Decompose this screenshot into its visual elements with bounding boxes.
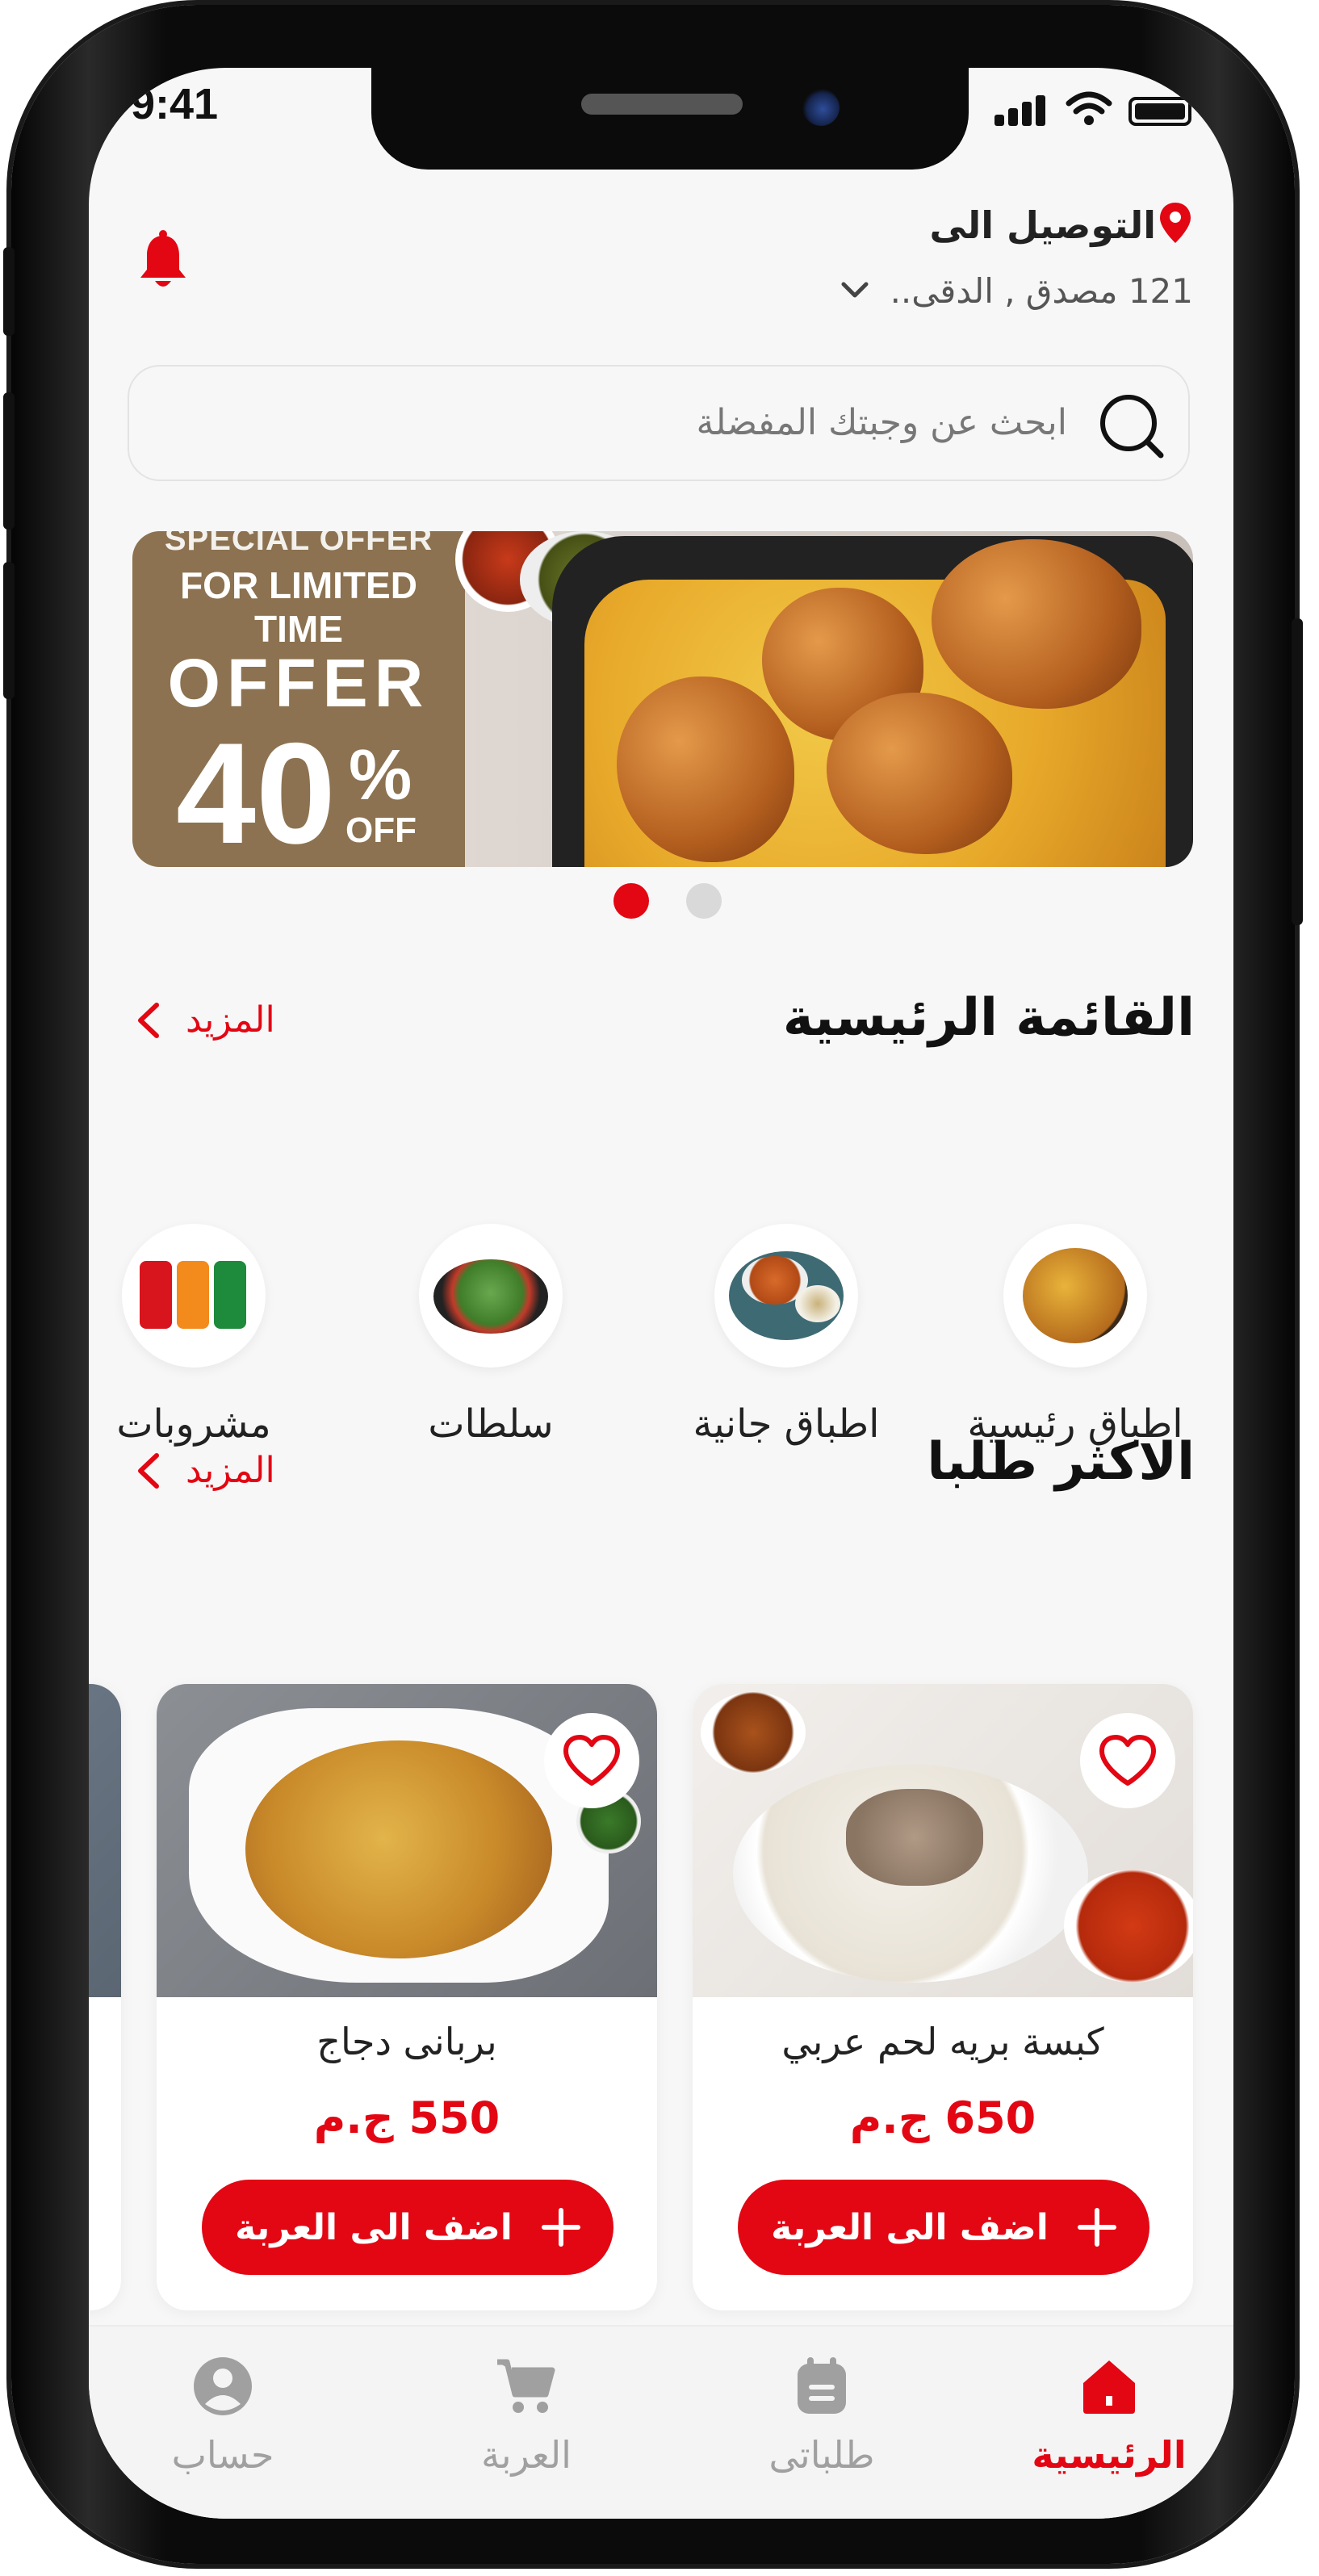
plus-icon [1077, 2208, 1116, 2247]
cart-icon [497, 2359, 555, 2413]
home-icon [1083, 2360, 1135, 2414]
heart-icon [1099, 1735, 1156, 1786]
nav-label: حساب [171, 2433, 274, 2477]
product-price: 550 ج.م [313, 2092, 500, 2143]
more-label: المزيد [186, 999, 275, 1041]
heart-icon [563, 1735, 620, 1786]
search-bar[interactable]: ابحث عن وجبتك المفضلة [128, 365, 1190, 481]
banner-dot[interactable] [686, 883, 722, 919]
chevron-left-icon [138, 1452, 159, 1489]
offer-percent: % [349, 735, 412, 815]
rice-plate-icon [1003, 1224, 1147, 1368]
offer-discount: 40 [176, 713, 336, 867]
front-camera [802, 89, 840, 126]
mute-switch [3, 247, 15, 336]
speaker [581, 94, 743, 115]
add-to-cart-label: اضف الى العربة [235, 2206, 513, 2248]
bell-icon[interactable] [137, 229, 189, 292]
location-pin-icon [1160, 203, 1191, 243]
phone-frame: 9:41 التوصيل الى 121 مصدق , الدقى.. ابحث… [3, 5, 1303, 2564]
promo-banner[interactable]: SPECIAL OFFER FOR LIMITED TIME OFFER 40 … [132, 531, 1193, 867]
add-to-cart-button[interactable]: اضف الى العربة [738, 2180, 1149, 2275]
volume-down-button [3, 562, 15, 699]
chevron-left-icon [138, 1002, 159, 1038]
nav-item-orders[interactable]: طلباتى [717, 2354, 927, 2477]
category-main-dishes[interactable]: اطباق رئيسية [946, 1224, 1204, 1447]
favorite-button[interactable] [544, 1713, 639, 1808]
nav-label: طلباتى [768, 2433, 875, 2477]
nav-label: الرئيسية [1032, 2433, 1187, 2477]
favorite-button[interactable] [1080, 1713, 1175, 1808]
nav-item-cart[interactable]: العربة [421, 2354, 631, 2477]
main-menu-title: القائمة الرئيسية [782, 988, 1195, 1048]
volume-up-button [3, 392, 15, 530]
app-screen: 9:41 التوصيل الى 121 مصدق , الدقى.. ابحث… [89, 68, 1233, 2519]
nav-label: العربة [481, 2433, 572, 2477]
product-price: 650 ج.م [849, 2092, 1036, 2143]
profile-icon [194, 2357, 252, 2415]
status-icons [994, 90, 1191, 126]
delivery-address[interactable]: 121 مصدق , الدقى.. [890, 271, 1193, 311]
category-side-dishes[interactable]: اطباق جانية [657, 1224, 915, 1447]
notch [371, 68, 969, 170]
salad-icon [419, 1224, 563, 1368]
product-name: كبسة بريه لحم عربي [781, 2020, 1104, 2063]
bottom-nav: الرئيسية طلباتى العربة حساب [89, 2325, 1233, 2519]
offer-panel: SPECIAL OFFER FOR LIMITED TIME OFFER 40 … [132, 531, 465, 867]
orders-icon [798, 2357, 846, 2414]
offer-word: OFFER [167, 645, 430, 721]
category-label: مشروبات [116, 1401, 271, 1447]
add-to-cart-label: اضف الى العربة [771, 2206, 1049, 2248]
offer-subheadline: FOR LIMITED TIME [180, 564, 417, 650]
product-image [89, 1684, 121, 1997]
product-card[interactable]: كبسة بريه لحم عربي 650 ج.م اضف الى العرب… [693, 1684, 1193, 2310]
status-time: 9:41 [131, 80, 219, 128]
category-label: اطباق جانية [693, 1401, 880, 1447]
banner-dot-active[interactable] [613, 883, 649, 919]
add-to-cart-button[interactable]: اضف الى العربة [202, 2180, 613, 2275]
offer-headline: SPECIAL OFFER [164, 531, 433, 557]
main-menu-more-link[interactable]: المزيد [134, 999, 275, 1041]
popular-more-link[interactable]: المزيد [134, 1450, 275, 1491]
search-input[interactable]: ابحث عن وجبتك المفضلة [696, 402, 1067, 443]
product-card-partial[interactable] [89, 1684, 121, 2310]
power-button [1292, 618, 1303, 925]
category-drinks[interactable]: مشروبات [89, 1224, 323, 1447]
search-icon [1100, 395, 1164, 459]
nav-item-account[interactable]: حساب [118, 2354, 328, 2477]
product-card[interactable]: بربانى دجاج 550 ج.م اضف الى العربة [157, 1684, 657, 2310]
offer-off: OFF [345, 810, 417, 850]
popular-title: الاكثر طلبا [927, 1432, 1195, 1492]
soup-bowl-icon [714, 1224, 858, 1368]
delivery-label: التوصيل الى [929, 203, 1156, 247]
more-label: المزيد [186, 1450, 275, 1491]
battery-icon [1128, 97, 1191, 126]
wifi-icon [1066, 91, 1112, 125]
category-label: سلطات [428, 1401, 554, 1447]
chevron-down-icon[interactable] [840, 279, 870, 302]
signal-icon [994, 94, 1049, 126]
nav-item-home[interactable]: الرئيسية [1004, 2354, 1214, 2477]
product-name: بربانى دجاج [316, 2020, 497, 2063]
soda-cans-icon [122, 1224, 266, 1368]
category-salads[interactable]: سلطات [362, 1224, 620, 1447]
plus-icon [541, 2208, 580, 2247]
